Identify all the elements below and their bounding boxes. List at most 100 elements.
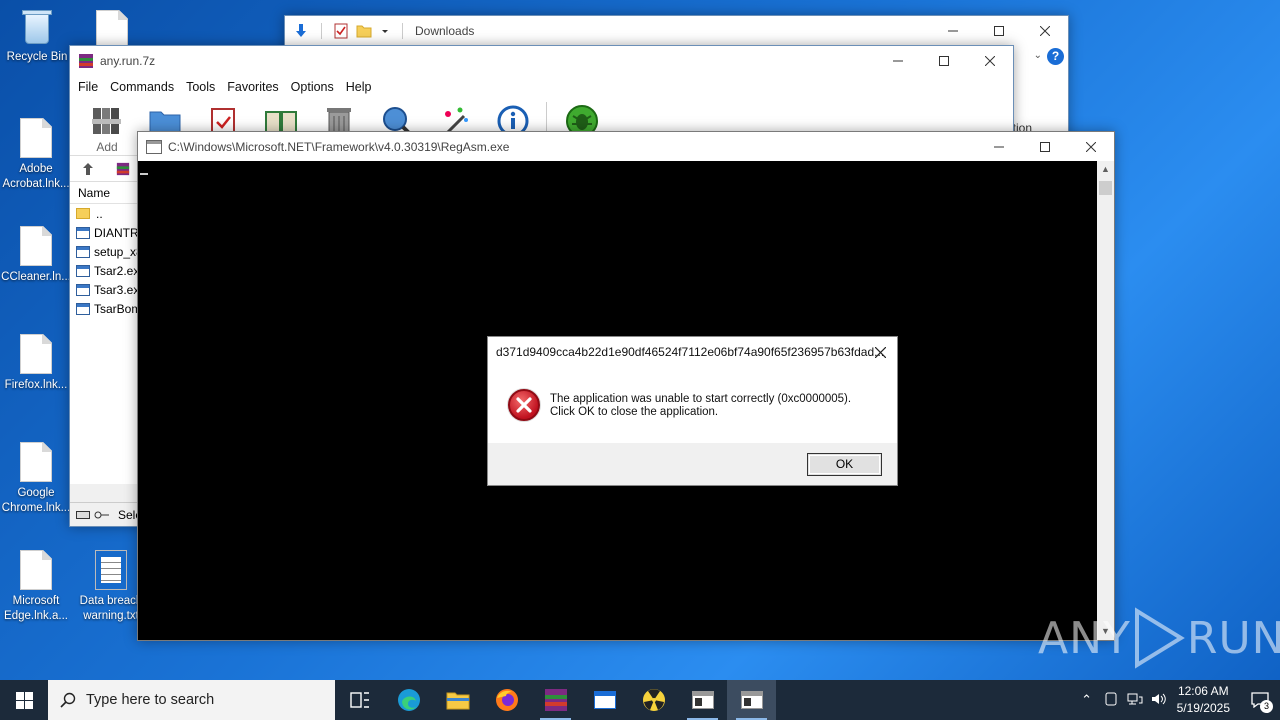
- taskbar-console-2[interactable]: [727, 680, 776, 720]
- menu-options[interactable]: Options: [285, 80, 340, 94]
- up-arrow-icon[interactable]: [82, 162, 94, 176]
- minimize-button[interactable]: [976, 132, 1022, 161]
- file-icon[interactable]: [96, 10, 128, 50]
- scrollbar-thumb[interactable]: [1099, 181, 1112, 195]
- desktop-icon-firefox[interactable]: Firefox.lnk...: [0, 334, 72, 393]
- add-button-label: Add: [96, 140, 118, 154]
- file-icon: [20, 334, 52, 374]
- device-icon[interactable]: [1099, 692, 1123, 709]
- taskbar-winrar[interactable]: [531, 680, 580, 720]
- file-name: TsarBom: [94, 301, 142, 316]
- menu-bar: File Commands Tools Favorites Options He…: [70, 76, 1013, 98]
- task-view-icon: [349, 692, 369, 708]
- exe-icon: [76, 245, 90, 258]
- file-name: setup_x8: [94, 244, 143, 259]
- winrar-icon: [544, 689, 567, 711]
- network-icon[interactable]: [1123, 692, 1147, 709]
- close-button[interactable]: [1022, 16, 1068, 46]
- search-box[interactable]: Type here to search: [48, 680, 335, 720]
- downloads-titlebar[interactable]: Downloads: [285, 16, 1068, 46]
- taskbar-console-1[interactable]: [678, 680, 727, 720]
- taskbar-firefox[interactable]: [482, 680, 531, 720]
- vertical-scrollbar[interactable]: ▲ ▼: [1097, 161, 1114, 640]
- properties-icon[interactable]: [334, 23, 348, 39]
- add-button[interactable]: Add: [78, 98, 136, 154]
- window-title: Downloads: [415, 24, 475, 38]
- minimize-button[interactable]: [875, 46, 921, 76]
- file-icon: [20, 550, 52, 590]
- desktop-icon-label: Firefox.lnk...: [4, 379, 68, 391]
- start-button[interactable]: [0, 680, 48, 720]
- error-dialog[interactable]: d371d9409cca4b22d1e90df46524f7112e06bf74…: [487, 336, 898, 486]
- folder-icon: [446, 692, 469, 710]
- maximize-button[interactable]: [976, 16, 1022, 46]
- error-icon: [508, 389, 540, 421]
- taskbar: Type here to search ⌃ 12:06 AM 5/19/2025…: [0, 680, 1280, 720]
- menu-file[interactable]: File: [72, 80, 104, 94]
- maximize-icon: [994, 26, 1004, 36]
- taskbar-file-explorer[interactable]: [433, 680, 482, 720]
- minimize-button[interactable]: [930, 16, 976, 46]
- exe-icon: [76, 283, 90, 296]
- close-button[interactable]: [967, 46, 1013, 76]
- separator: [321, 23, 322, 39]
- taskbar-app-window[interactable]: [580, 680, 629, 720]
- desktop-icon-recycle-bin[interactable]: Recycle Bin: [1, 8, 73, 65]
- menu-tools[interactable]: Tools: [180, 80, 221, 94]
- dialog-close-button[interactable]: [869, 341, 891, 363]
- notification-badge: 3: [1260, 700, 1273, 713]
- file-name: ..: [96, 206, 103, 221]
- console-titlebar[interactable]: C:\Windows\Microsoft.NET\Framework\v4.0.…: [138, 132, 1114, 161]
- scroll-up-icon[interactable]: ▲: [1097, 161, 1114, 178]
- exe-icon: [76, 264, 90, 277]
- folder-icon: [76, 208, 90, 219]
- column-name-label: Name: [78, 185, 111, 200]
- winrar-titlebar[interactable]: any.run.7z: [70, 46, 1013, 76]
- download-arrow-icon[interactable]: [293, 23, 309, 39]
- window-title: any.run.7z: [100, 54, 156, 68]
- task-view-button[interactable]: [335, 680, 384, 720]
- radiation-icon: [642, 689, 665, 711]
- watermark-text-left: ANY: [1038, 612, 1131, 664]
- console-app-icon: [146, 139, 162, 154]
- chevron-up-icon[interactable]: ⌃: [1075, 692, 1099, 708]
- close-button[interactable]: [1068, 132, 1114, 161]
- search-placeholder: Type here to search: [86, 692, 215, 708]
- clock-time: 12:06 AM: [1177, 684, 1229, 698]
- desktop-icon-label: CCleaner.ln...: [1, 271, 71, 283]
- desktop-icon-label: Google Chrome.lnk...: [1, 487, 71, 514]
- system-tray: ⌃ 12:06 AM 5/19/2025 3: [1075, 680, 1280, 720]
- help-icon[interactable]: ?: [1047, 48, 1064, 65]
- menu-help[interactable]: Help: [340, 80, 378, 94]
- desktop-icon-ccleaner[interactable]: CCleaner.ln...: [0, 226, 72, 285]
- exe-icon: [76, 302, 90, 315]
- minimize-icon: [893, 60, 903, 62]
- taskbar-radiation-app[interactable]: [629, 680, 678, 720]
- watermark-text-right: RUN: [1186, 612, 1280, 664]
- clock[interactable]: 12:06 AM 5/19/2025: [1177, 683, 1230, 717]
- volume-icon[interactable]: [1147, 692, 1171, 709]
- ok-button[interactable]: OK: [807, 453, 882, 476]
- close-icon: [985, 56, 995, 66]
- desktop-icon-google-chrome[interactable]: Google Chrome.lnk...: [0, 442, 72, 516]
- notification-center-button[interactable]: 3: [1240, 680, 1280, 720]
- archive-books-icon: [90, 104, 124, 138]
- file-icon: [20, 118, 52, 158]
- edge-icon: [397, 689, 420, 711]
- maximize-button[interactable]: [921, 46, 967, 76]
- chevron-down-icon[interactable]: [380, 26, 390, 36]
- taskbar-edge[interactable]: [384, 680, 433, 720]
- ribbon-expand-icon[interactable]: ⌄: [1034, 50, 1042, 61]
- maximize-button[interactable]: [1022, 132, 1068, 161]
- desktop-icon-adobe-acrobat[interactable]: Adobe Acrobat.lnk...: [0, 118, 72, 192]
- desktop-icon-microsoft-edge[interactable]: Microsoft Edge.lnk.a...: [0, 550, 72, 624]
- folder-icon[interactable]: [356, 24, 372, 38]
- key-icon: [94, 511, 109, 518]
- separator: [402, 23, 403, 39]
- dialog-footer: OK: [488, 443, 897, 485]
- message-line-1: The application was unable to start corr…: [550, 393, 852, 405]
- close-icon: [1086, 141, 1096, 152]
- menu-favorites[interactable]: Favorites: [221, 80, 284, 94]
- menu-commands[interactable]: Commands: [104, 80, 180, 94]
- minimize-icon: [994, 146, 1004, 147]
